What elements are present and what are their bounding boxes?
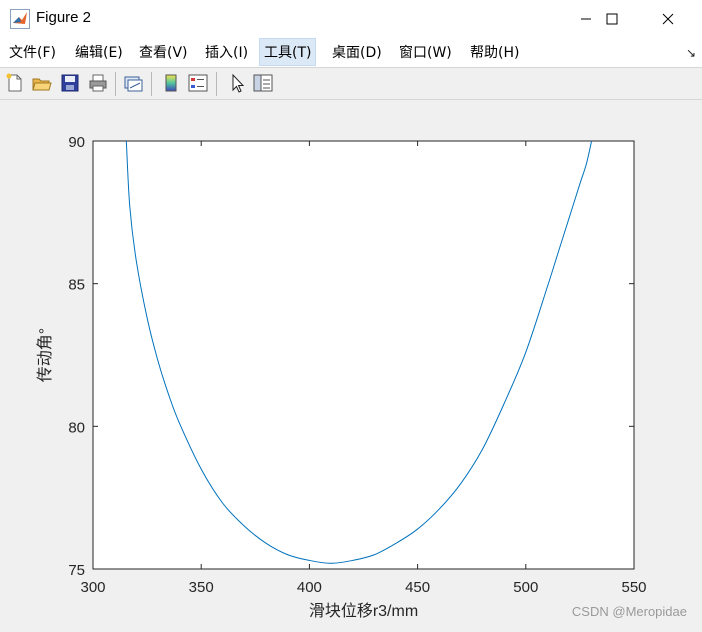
y-tick-label: 90 — [68, 134, 85, 151]
legend-icon[interactable] — [187, 72, 209, 94]
menu-bar: 文件(F) 编辑(E) 查看(V) 插入(I) 工具(T) 桌面(D) 窗口(W… — [0, 38, 702, 68]
x-tick-label: 350 — [189, 579, 214, 596]
link-plot-icon[interactable] — [122, 72, 144, 94]
watermark-text: CSDN @Meropidae — [572, 604, 687, 619]
y-tick-label: 80 — [68, 419, 85, 436]
figure-canvas: 300 350 400 450 500 550 75 80 85 90 滑块位移r3/mm 传动角… — [0, 101, 702, 628]
menu-window[interactable]: 窗口(W) — [395, 42, 456, 64]
property-editor-icon[interactable] — [252, 72, 274, 94]
y-axis-label: 传动角° — [36, 328, 54, 382]
menu-insert[interactable]: 插入(I) — [201, 42, 252, 64]
close-icon — [662, 13, 674, 25]
window-title: Figure 2 — [36, 9, 92, 26]
x-tick-label: 500 — [513, 579, 538, 596]
open-file-icon[interactable] — [31, 72, 53, 94]
menu-desktop[interactable]: 桌面(D) — [328, 42, 386, 64]
figure-toolbar — [0, 68, 702, 100]
axes-box — [92, 140, 635, 570]
x-tick-label: 300 — [80, 579, 105, 596]
print-icon[interactable] — [87, 72, 109, 94]
maximize-icon — [606, 13, 618, 25]
x-tick-label: 550 — [621, 579, 646, 596]
close-button[interactable] — [645, 0, 691, 38]
toolbar-separator — [216, 72, 217, 96]
title-bar: Figure 2 — [0, 0, 702, 38]
new-figure-icon[interactable] — [4, 72, 26, 94]
matlab-logo-icon — [10, 9, 30, 29]
toolbar-separator — [151, 72, 152, 96]
maximize-button[interactable] — [589, 0, 635, 38]
x-axis-label: 滑块位移r3/mm — [309, 602, 418, 620]
menu-view[interactable]: 查看(V) — [135, 42, 192, 64]
y-tick-label: 75 — [68, 562, 85, 579]
menu-help[interactable]: 帮助(H) — [466, 42, 523, 64]
toolbar-separator — [115, 72, 116, 96]
menu-tools[interactable]: 工具(T) — [259, 38, 317, 66]
menu-edit[interactable]: 编辑(E) — [71, 42, 127, 64]
line-chart[interactable]: 300 350 400 450 500 550 75 80 85 90 滑块位移r3/mm 传动角… — [0, 101, 702, 628]
pointer-icon[interactable] — [226, 72, 248, 94]
dock-figure-arrow-icon[interactable]: ↘ — [686, 46, 696, 60]
x-tick-label: 450 — [405, 579, 430, 596]
save-icon[interactable] — [59, 72, 81, 94]
x-tick-label: 400 — [297, 579, 322, 596]
menu-file[interactable]: 文件(F) — [5, 42, 60, 64]
y-tick-label: 85 — [68, 277, 85, 294]
colorbar-icon[interactable] — [160, 72, 182, 94]
